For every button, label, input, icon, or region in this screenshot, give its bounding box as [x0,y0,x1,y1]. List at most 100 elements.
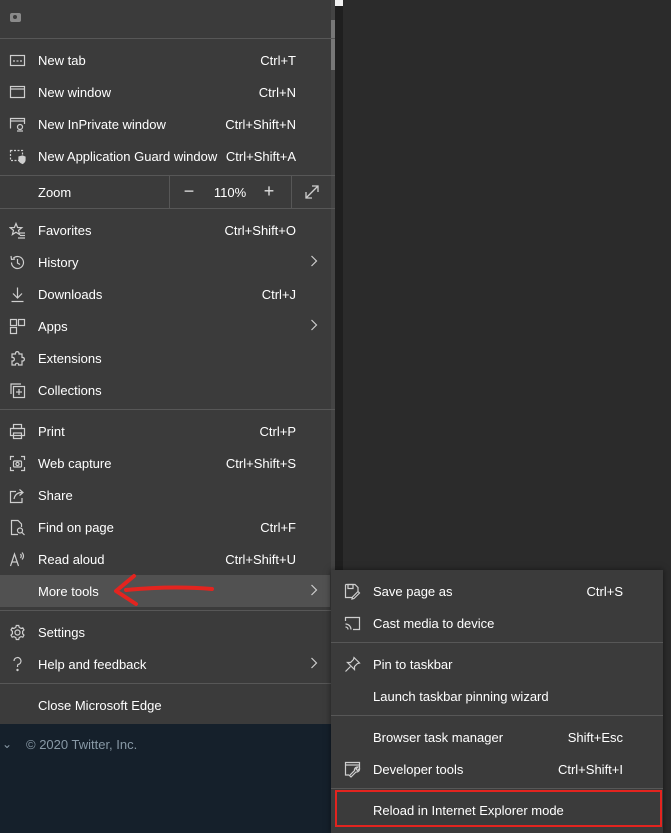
menu-item-shortcut: Ctrl+J [261,287,296,302]
divider [331,715,663,716]
menu-item-shortcut: Ctrl+P [259,424,296,439]
settings-menu: New tab Ctrl+T New window Ctrl+N New InP… [0,0,335,724]
divider [0,610,335,611]
menu-item-history[interactable]: History [0,246,330,278]
footer-chevron-icon[interactable]: ⌄ [2,737,12,751]
zoom-label: Zoom [38,185,72,200]
menu-item-label: Extensions [38,351,102,366]
divider [0,208,335,209]
menu-item-settings[interactable]: Settings [0,616,330,648]
menu-item-label: New Application Guard window [38,149,218,164]
find-icon [9,519,26,536]
menu-item-shortcut: Ctrl+T [260,53,296,68]
zoom-row: Zoom − 110% + [0,176,330,208]
menu-item-label: Share [38,488,73,503]
new-tab-icon [9,52,26,69]
menu-item-new-tab[interactable]: New tab Ctrl+T [0,44,330,76]
chevron-right-icon [310,657,318,669]
menu-item-label: New tab [38,53,86,68]
submenu-item-developer-tools[interactable]: Developer tools Ctrl+Shift+I [331,753,663,785]
menu-item-help-and-feedback[interactable]: Help and feedback [0,648,330,680]
menu-item-shortcut: Ctrl+Shift+U [225,552,296,567]
screenshot-icon[interactable] [10,13,21,22]
favorites-icon [9,222,26,239]
menu-item-web-capture[interactable]: Web capture Ctrl+Shift+S [0,447,330,479]
scroll-thumb[interactable] [335,0,343,6]
save-page-icon [344,583,361,600]
chevron-right-icon [310,255,318,267]
menu-item-label: Web capture [38,456,112,471]
submenu-item-label: Cast media to device [373,616,495,631]
menu-item-shortcut: Ctrl+Shift+S [225,456,296,471]
pin-icon [344,656,361,673]
submenu-item-save-page-as[interactable]: Save page as Ctrl+S [331,575,663,607]
menu-item-favorites[interactable]: Favorites Ctrl+Shift+O [0,214,330,246]
menu-item-shortcut: Ctrl+Shift+A [225,149,296,164]
cast-icon [344,615,361,632]
annotation-arrow-icon [114,574,214,606]
menu-item-shortcut: Ctrl+Shift+N [225,117,296,132]
help-icon [9,656,26,673]
menu-item-label: More tools [38,584,99,599]
new-window-icon [9,84,26,101]
menu-item-label: Help and feedback [38,657,147,672]
submenu-item-pinning-wizard[interactable]: Launch taskbar pinning wizard [331,680,663,712]
inprivate-icon [9,116,26,133]
divider [169,176,170,208]
extensions-icon [9,350,26,367]
divider [0,683,335,684]
chevron-right-icon [310,319,318,331]
menu-item-shortcut: Ctrl+Shift+O [224,223,296,238]
menu-item-new-inprivate[interactable]: New InPrivate window Ctrl+Shift+N [0,108,330,140]
divider [0,409,335,410]
chevron-right-icon [310,584,318,596]
menu-item-new-application-guard[interactable]: New Application Guard window Ctrl+Shift+… [0,140,330,172]
apps-icon [9,318,26,335]
fullscreen-icon[interactable] [303,183,321,201]
collections-icon [9,382,26,399]
divider [0,38,335,39]
submenu-item-label: Browser task manager [373,730,504,745]
menu-item-label: Find on page [38,520,114,535]
menu-item-extensions[interactable]: Extensions [0,342,330,374]
menu-item-label: Settings [38,625,85,640]
settings-icon [9,624,26,641]
zoom-out-button[interactable]: − [171,176,207,208]
zoom-in-button[interactable]: + [251,176,287,208]
menu-item-downloads[interactable]: Downloads Ctrl+J [0,278,330,310]
divider [291,176,292,208]
menu-item-new-window[interactable]: New window Ctrl+N [0,76,330,108]
menu-item-close-edge[interactable]: Close Microsoft Edge [0,689,330,721]
history-icon [9,254,26,271]
menu-item-apps[interactable]: Apps [0,310,330,342]
menu-item-label: Downloads [38,287,103,302]
submenu-item-label: Developer tools [373,762,464,777]
menu-item-find-on-page[interactable]: Find on page Ctrl+F [0,511,330,543]
menu-item-label: Close Microsoft Edge [38,698,162,713]
menu-item-label: New window [38,85,111,100]
print-icon [9,423,26,440]
submenu-item-label: Save page as [373,584,453,599]
submenu-item-browser-task-manager[interactable]: Browser task manager Shift+Esc [331,721,663,753]
menu-item-collections[interactable]: Collections [0,374,330,406]
menu-item-shortcut: Ctrl+F [260,520,296,535]
menu-item-label: Collections [38,383,102,398]
menu-top-bar [0,0,330,38]
annotation-highlight-box [335,790,662,827]
zoom-value: 110% [213,185,247,200]
menu-item-label: Apps [38,319,68,334]
submenu-item-label: Pin to taskbar [373,657,453,672]
submenu-item-pin-to-taskbar[interactable]: Pin to taskbar [331,648,663,680]
menu-scrollbar-thumb[interactable] [331,20,335,70]
submenu-item-cast-media[interactable]: Cast media to device [331,607,663,639]
web-capture-icon [9,455,26,472]
menu-item-share[interactable]: Share [0,479,330,511]
share-icon [9,487,26,504]
menu-item-label: Read aloud [38,552,105,567]
menu-item-shortcut: Ctrl+N [258,85,296,100]
menu-item-label: Print [38,424,65,439]
menu-item-label: New InPrivate window [38,117,166,132]
submenu-item-shortcut: Ctrl+S [586,584,623,599]
menu-item-print[interactable]: Print Ctrl+P [0,415,330,447]
divider [331,788,663,789]
